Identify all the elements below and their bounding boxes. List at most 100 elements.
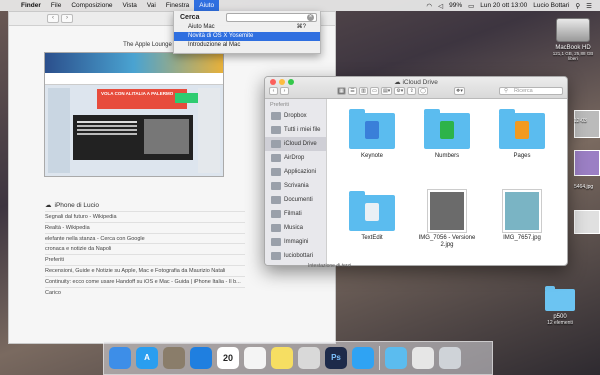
icloud-tab-row[interactable]: Carico	[45, 286, 245, 298]
sidebar-item-label: Filmati	[284, 211, 302, 217]
photoshop-icon[interactable]: Ps	[325, 347, 347, 369]
menu-aiuto[interactable]: Aiuto	[194, 0, 220, 11]
wifi-icon[interactable]: ◠	[426, 2, 432, 10]
icloud-tab-row[interactable]: Realtà - Wikipedia	[45, 221, 245, 233]
finder-sidebar: Preferiti Dropbox Tutti i miei file iClo…	[265, 99, 327, 265]
battery-icon[interactable]: ▭	[468, 2, 474, 10]
top-site-thumbnail[interactable]: VOLA CON ALITALIA A PALERMO	[44, 52, 224, 177]
photo-thumbnail	[424, 189, 470, 233]
finder-search-field[interactable]: ⚲ Ricerca	[499, 87, 563, 95]
hard-drive-icon	[556, 18, 590, 42]
dock: A 20 Ps	[103, 341, 493, 375]
icloud-tab-row[interactable]: Segnali dal futuro - Wikipedia	[45, 211, 245, 222]
sidebar-item-music[interactable]: Musica	[265, 221, 326, 235]
photos-icon[interactable]	[298, 347, 320, 369]
icloud-tab-row[interactable]: Recensioni, Guide e Notizie su Apple, Ma…	[45, 264, 245, 276]
desktop-files-peek: 12-03 5464.jpg	[572, 110, 600, 260]
help-item-introduzione-mac[interactable]: Introduzione al Mac	[174, 41, 320, 50]
tags-button[interactable]: ◯	[418, 87, 428, 95]
notes-icon[interactable]	[271, 347, 293, 369]
trash-icon[interactable]	[439, 347, 461, 369]
file-item-img-7056[interactable]: IMG_7056 - Versione 2.jpg	[412, 189, 482, 249]
help-item-label: Aiuto Mac	[188, 24, 215, 30]
dock-separator	[379, 346, 380, 370]
sidebar-item-all-files[interactable]: Tutti i miei file	[265, 123, 326, 137]
user-name[interactable]: Lucio Bottari	[533, 2, 569, 9]
sidebar-item-label: Scrivania	[284, 183, 309, 189]
sidebar-item-label: Musica	[284, 225, 304, 231]
app-store-icon[interactable]: A	[136, 347, 158, 369]
menu-vista[interactable]: Vista	[118, 0, 142, 11]
forward-button[interactable]: ›	[280, 87, 289, 95]
file-item-numbers[interactable]: Numbers	[412, 107, 482, 160]
menu-finestra[interactable]: Finestra	[161, 0, 194, 11]
help-search-input[interactable]	[226, 12, 317, 22]
safari-icon[interactable]	[190, 347, 212, 369]
notification-center-icon[interactable]: ☰	[586, 2, 592, 10]
icloud-icon	[271, 140, 281, 148]
help-item-novita-yosemite[interactable]: Novità di OS X Yosemite	[174, 32, 320, 41]
column-view-button[interactable]: ▥	[359, 87, 368, 95]
sidebar-item-applications[interactable]: Applicazioni	[265, 165, 326, 179]
file-label: IMG_7056 - Versione 2.jpg	[418, 235, 476, 248]
clock[interactable]: Lun 20 ott 13:00	[480, 2, 527, 9]
action-gear-icon[interactable]: ⚙▾	[394, 87, 406, 95]
file-item-textedit[interactable]: TextEdit	[337, 189, 407, 242]
sidebar-item-dropbox[interactable]: Dropbox	[265, 109, 326, 123]
volume-icon[interactable]: ◁	[438, 2, 443, 10]
finder-toolbar: ‹ › ▦ ☰ ▥ ▭ ▤▾ ⚙▾ ⇪ ◯ ❖▾	[269, 87, 465, 95]
finder-window: ☁ iCloud Drive ‹ › ▦ ☰ ▥ ▭ ▤▾ ⚙▾ ⇪ ◯ ❖▾ …	[264, 76, 568, 266]
sidebar-item-pictures[interactable]: Immagini	[265, 235, 326, 249]
sidebar-item-movies[interactable]: Filmati	[265, 207, 326, 221]
dropbox-icon[interactable]: ❖▾	[453, 87, 465, 95]
drag-label: Intestazione di terzi	[308, 263, 352, 269]
thumb-logo-strip	[45, 73, 223, 85]
icloud-tab-row[interactable]: Preferiti	[45, 254, 245, 265]
sidebar-item-icloud-drive[interactable]: iCloud Drive	[265, 137, 326, 151]
coverflow-view-button[interactable]: ▭	[370, 87, 379, 95]
sidebar-item-desktop[interactable]: Scrivania	[265, 179, 326, 193]
icloud-tab-row[interactable]: Continuity: ecco come usare Handoff su i…	[45, 275, 245, 287]
finder-icon[interactable]	[109, 347, 131, 369]
spotlight-icon[interactable]: ⚲	[575, 2, 580, 10]
arrange-button[interactable]: ▤▾	[381, 87, 393, 95]
desktop-folder-p500[interactable]: p500 12 elementi	[538, 285, 582, 326]
back-button[interactable]: ‹	[47, 14, 59, 23]
file-thumbnail[interactable]	[574, 210, 600, 234]
sidebar-item-airdrop[interactable]: AirDrop	[265, 151, 326, 165]
menu-composizione[interactable]: Composizione	[66, 0, 117, 11]
help-menu: Cerca × Aiuto Mac ⌘? Novità di OS X Yose…	[173, 11, 321, 54]
menu-vai[interactable]: Vai	[142, 0, 161, 11]
icloud-tab-row[interactable]: cronaca e notizie da Napoli	[45, 243, 245, 254]
messages-icon[interactable]	[352, 347, 374, 369]
folder-icon	[349, 107, 395, 149]
help-item-aiuto-mac[interactable]: Aiuto Mac ⌘?	[174, 23, 320, 32]
icloud-tab-row[interactable]: elefante nella stanza - Cerca con Google	[45, 232, 245, 244]
forward-button[interactable]: ›	[61, 14, 73, 23]
preview-icon[interactable]	[163, 347, 185, 369]
file-thumbnail[interactable]	[574, 150, 600, 176]
finder-titlebar: ☁ iCloud Drive ‹ › ▦ ☰ ▥ ▭ ▤▾ ⚙▾ ⇪ ◯ ❖▾ …	[265, 77, 567, 99]
reminders-icon[interactable]	[244, 347, 266, 369]
applications-icon	[271, 168, 281, 176]
sidebar-item-documents[interactable]: Documenti	[265, 193, 326, 207]
thumb-sidebar	[48, 88, 70, 173]
menu-finder[interactable]: Finder	[16, 0, 46, 11]
list-view-button[interactable]: ☰	[348, 87, 357, 95]
sidebar-item-home[interactable]: luciobottari	[265, 249, 326, 263]
applications-folder-icon[interactable]	[385, 347, 407, 369]
share-button[interactable]: ⇪	[407, 87, 417, 95]
status-area: ◠ ◁ 99% ▭ Lun 20 ott 13:00 Lucio Bottari…	[426, 2, 600, 10]
battery-percent[interactable]: 99%	[449, 2, 462, 9]
documents-stack-icon[interactable]	[412, 347, 434, 369]
back-button[interactable]: ‹	[269, 87, 278, 95]
file-item-img-7657[interactable]: IMG_7657.jpg	[487, 189, 557, 242]
file-item-keynote[interactable]: Keynote	[337, 107, 407, 160]
macbook-hd-drive[interactable]: MacBook HD 121,1 GB, 25,88 GB liberi	[548, 18, 598, 61]
file-thumbnail[interactable]	[574, 110, 600, 138]
menu-file[interactable]: File	[46, 0, 66, 11]
calendar-icon[interactable]: 20	[217, 347, 239, 369]
clear-search-icon[interactable]: ×	[307, 13, 314, 21]
icon-view-button[interactable]: ▦	[337, 87, 346, 95]
file-item-pages[interactable]: Pages	[487, 107, 557, 160]
